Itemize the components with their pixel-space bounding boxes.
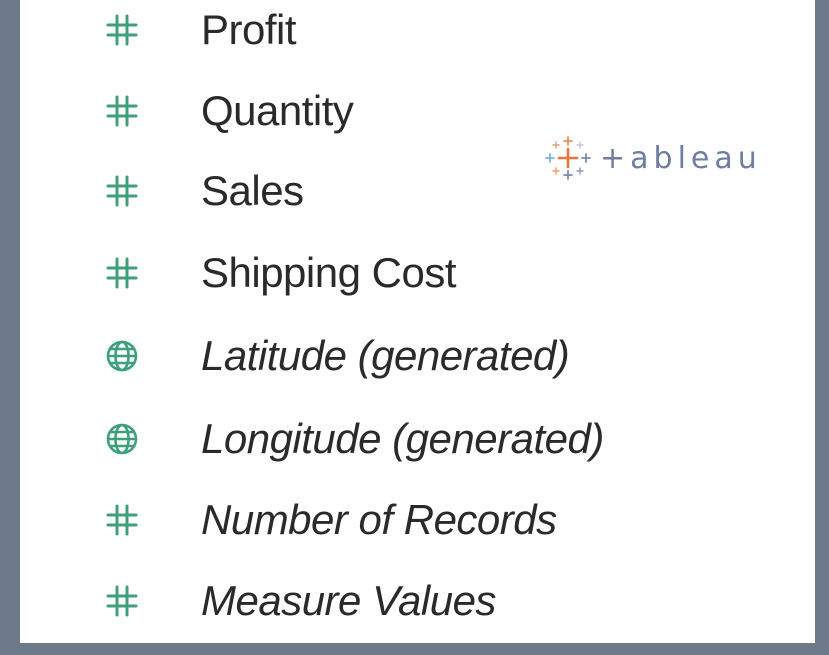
- field-label: Shipping Cost: [201, 249, 457, 296]
- field-label: Profit: [201, 6, 297, 53]
- globe-icon: [105, 422, 139, 456]
- field-label: Quantity: [201, 87, 354, 134]
- field-label: Longitude (generated): [201, 415, 604, 462]
- tableau-watermark: +ableau: [542, 133, 762, 183]
- number-icon: [105, 174, 139, 208]
- field-item-measure-values[interactable]: Measure Values: [20, 571, 720, 631]
- tableau-wordmark: +ableau: [600, 140, 762, 176]
- field-label: Latitude (generated): [201, 332, 570, 379]
- number-icon: [105, 94, 139, 128]
- window-frame-left: [0, 0, 20, 655]
- field-item-profit[interactable]: Profit: [20, 0, 720, 60]
- field-label: Sales: [201, 167, 304, 214]
- tableau-logo-icon: [542, 133, 594, 183]
- field-label: Measure Values: [201, 577, 496, 624]
- measures-panel: Profit Quantity Sales Shipping Cost Lati…: [20, 0, 815, 643]
- globe-icon: [105, 339, 139, 373]
- field-item-shipping-cost[interactable]: Shipping Cost: [20, 243, 720, 303]
- field-item-quantity[interactable]: Quantity: [20, 81, 720, 141]
- number-icon: [105, 584, 139, 618]
- window-frame-bottom: [0, 643, 829, 655]
- field-item-longitude-generated[interactable]: Longitude (generated): [20, 409, 720, 469]
- field-item-number-of-records[interactable]: Number of Records: [20, 490, 720, 550]
- number-icon: [105, 256, 139, 290]
- number-icon: [105, 503, 139, 537]
- window-frame-right: [815, 0, 829, 655]
- field-item-latitude-generated[interactable]: Latitude (generated): [20, 326, 720, 386]
- field-label: Number of Records: [201, 496, 557, 543]
- number-icon: [105, 13, 139, 47]
